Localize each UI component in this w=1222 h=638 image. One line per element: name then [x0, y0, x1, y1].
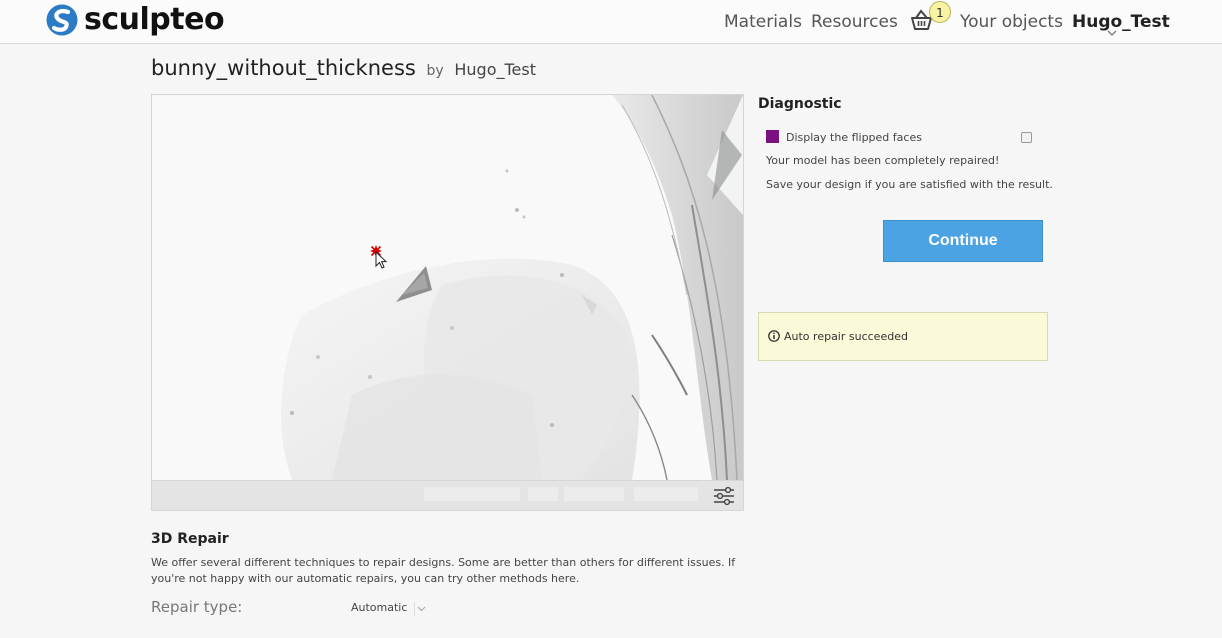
toolbar-placeholder	[634, 487, 698, 501]
save-hint-message: Save your design if you are satisfied wi…	[766, 178, 1053, 191]
flipped-faces-label: Display the flipped faces	[786, 131, 922, 144]
auto-repair-alert: Auto repair succeeded	[758, 312, 1048, 361]
brand-logo[interactable]: sculpteo	[46, 2, 225, 37]
repair-type-select[interactable]: Automatic	[351, 601, 407, 614]
nav-your-objects[interactable]: Your objects	[960, 0, 1063, 43]
nav-materials[interactable]: Materials	[724, 0, 802, 43]
by-label: by	[426, 63, 444, 79]
page-title: bunny_without_thickness by Hugo_Test	[151, 56, 536, 80]
design-name: bunny_without_thickness	[151, 56, 416, 80]
diagnostic-title: Diagnostic	[758, 96, 842, 112]
repair-type-label: Repair type:	[151, 598, 243, 616]
continue-button[interactable]: Continue	[883, 220, 1043, 262]
alert-text: Auto repair succeeded	[784, 330, 908, 343]
chevron-down-icon[interactable]	[1107, 29, 1117, 37]
flipped-faces-checkbox[interactable]	[1021, 132, 1032, 143]
viewer-toolbar	[152, 480, 743, 510]
chevron-down-icon[interactable]	[414, 602, 428, 616]
toolbar-placeholder	[528, 487, 558, 501]
user-menu[interactable]: Hugo_Test	[1072, 0, 1170, 43]
cart-count-badge[interactable]: 1	[929, 1, 951, 23]
repair-description: We offer several different techniques to…	[151, 556, 736, 585]
toolbar-placeholder	[424, 487, 520, 501]
design-author[interactable]: Hugo_Test	[454, 60, 536, 79]
flipped-faces-swatch	[766, 130, 779, 143]
brand-name: sculpteo	[84, 2, 225, 37]
sculpteo-logo-icon	[46, 4, 78, 36]
model-viewer[interactable]	[151, 94, 744, 511]
settings-sliders-icon[interactable]	[713, 486, 735, 506]
model-canvas[interactable]	[152, 95, 743, 480]
toolbar-placeholder	[564, 487, 624, 501]
repair-title: 3D Repair	[151, 531, 229, 547]
top-header: sculpteo Materials Resources 1 Your obje…	[0, 0, 1222, 44]
info-icon	[768, 330, 780, 342]
repair-status-message: Your model has been completely repaired!	[766, 154, 1000, 167]
nav-resources[interactable]: Resources	[811, 0, 898, 43]
